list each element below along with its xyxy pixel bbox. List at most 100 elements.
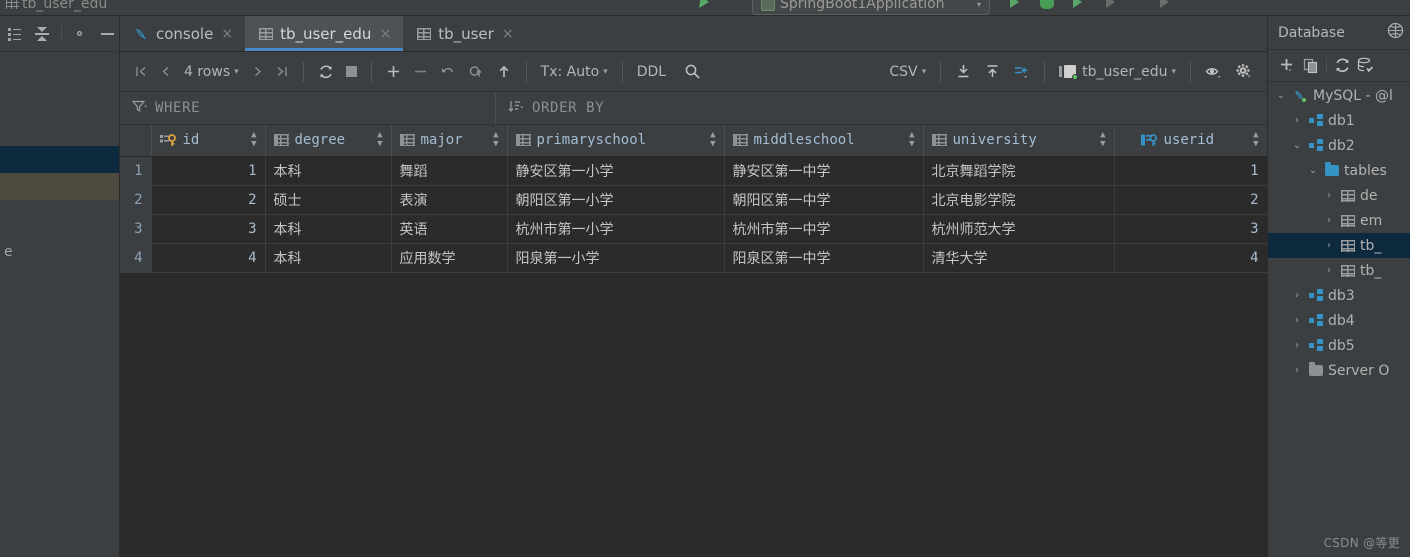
cell-userid[interactable]: 1 — [1114, 156, 1267, 186]
rerun-button[interactable] — [1106, 0, 1124, 14]
chevron-down-icon[interactable]: ⌄ — [1306, 165, 1320, 176]
cell-university[interactable]: 杭州师范大学 — [923, 214, 1115, 244]
sort-icon[interactable] — [508, 100, 524, 117]
add-row-button[interactable] — [380, 52, 407, 92]
chevron-right-icon[interactable]: › — [1290, 115, 1304, 126]
cell-university[interactable]: 清华大学 — [923, 243, 1115, 273]
cell-middleschool[interactable]: 静安区第一中学 — [724, 156, 924, 186]
cell-degree[interactable]: 硕士 — [265, 185, 392, 215]
sort-toggle-icon[interactable]: ▲ ▼ — [493, 131, 498, 149]
cell-university[interactable]: 北京舞蹈学院 — [923, 156, 1115, 186]
run-configuration-selector[interactable]: SpringBoot1Application ▾ — [752, 0, 990, 15]
refresh-icon[interactable] — [1331, 54, 1353, 78]
chevron-down-icon[interactable]: ⌄ — [1274, 90, 1288, 101]
cell-major[interactable]: 舞蹈 — [391, 156, 508, 186]
reload-icon[interactable] — [312, 52, 340, 92]
tab-tb-user-edu[interactable]: tb_user_edu × — [245, 16, 404, 51]
tree-item-mysql[interactable]: ⌄ MySQL - @l — [1268, 83, 1410, 108]
minimize-icon[interactable] — [96, 21, 120, 47]
prev-page-icon[interactable] — [153, 52, 178, 92]
chevron-right-icon[interactable]: › — [1290, 365, 1304, 376]
eye-icon[interactable] — [1199, 52, 1229, 92]
add-data-source-button[interactable] — [1276, 54, 1298, 78]
run-button[interactable] — [1010, 0, 1028, 14]
table-row[interactable]: 1 1 本科 舞蹈 静安区第一小学 静安区第一中学 北京舞蹈学院 1 — [120, 156, 1267, 186]
cell-major[interactable]: 表演 — [391, 185, 508, 215]
cell-userid[interactable]: 3 — [1114, 214, 1267, 244]
revert-icon[interactable] — [434, 52, 462, 92]
close-icon[interactable]: × — [220, 27, 234, 41]
chevron-right-icon[interactable]: › — [1322, 240, 1336, 251]
chevron-right-icon[interactable]: › — [1322, 190, 1336, 201]
output-format-selector[interactable]: CSV ▾ — [883, 52, 932, 92]
debug-button[interactable] — [1040, 0, 1058, 14]
close-icon[interactable]: × — [501, 27, 515, 41]
tree-item-tb-user[interactable]: › tb_ — [1268, 258, 1410, 283]
sort-toggle-icon[interactable]: ▲ ▼ — [1253, 131, 1258, 149]
tree-view-icon[interactable] — [2, 21, 26, 47]
cell-userid[interactable]: 2 — [1114, 185, 1267, 215]
filter-icon[interactable] — [131, 100, 147, 117]
table-row[interactable]: 2 2 硕士 表演 朝阳区第一小学 朝阳区第一中学 北京电影学院 2 — [120, 185, 1267, 215]
cell-id[interactable]: 1 — [151, 156, 266, 186]
column-header-university[interactable]: university ▲ ▼ — [923, 125, 1115, 157]
cell-primaryschool[interactable]: 静安区第一小学 — [507, 156, 725, 186]
cell-primaryschool[interactable]: 朝阳区第一小学 — [507, 185, 725, 215]
cell-university[interactable]: 北京电影学院 — [923, 185, 1115, 215]
revert-selected-icon[interactable] — [462, 52, 490, 92]
tree-item-db2[interactable]: ⌄ db2 — [1268, 133, 1410, 158]
close-icon[interactable]: × — [378, 27, 392, 41]
row-count-selector[interactable]: 4 rows ▾ — [178, 52, 245, 92]
submit-icon[interactable] — [490, 52, 518, 92]
tree-item-db1[interactable]: › db1 — [1268, 108, 1410, 133]
result-grid[interactable]: id ▲ ▼ degree ▲ ▼ major ▲ ▼ primaryschoo… — [120, 125, 1267, 557]
database-group-icon[interactable] — [1387, 22, 1404, 43]
table-chooser[interactable]: tb_user_edu ▾ — [1053, 52, 1182, 92]
transaction-mode-selector[interactable]: Tx: Auto ▾ — [535, 52, 614, 92]
tree-item-db4[interactable]: › db4 — [1268, 308, 1410, 333]
tree-item-db3[interactable]: › db3 — [1268, 283, 1410, 308]
db-wrench-icon[interactable] — [1355, 54, 1377, 78]
project-row-hovered[interactable] — [0, 173, 119, 200]
copy-icon[interactable] — [1300, 54, 1322, 78]
sort-toggle-icon[interactable]: ▲ ▼ — [1100, 131, 1105, 149]
gear-icon[interactable] — [67, 21, 91, 47]
chevron-right-icon[interactable]: › — [1290, 340, 1304, 351]
run-arrow-small-icon[interactable] — [699, 0, 718, 14]
delete-row-button[interactable] — [407, 52, 434, 92]
cell-major[interactable]: 英语 — [391, 214, 508, 244]
tree-item-server-objects[interactable]: › Server O — [1268, 358, 1410, 383]
profile-button[interactable] — [1160, 0, 1178, 14]
chevron-down-icon[interactable]: ⌄ — [1290, 140, 1304, 151]
chevron-right-icon[interactable]: › — [1322, 265, 1336, 276]
cell-primaryschool[interactable]: 阳泉第一小学 — [507, 243, 725, 273]
gear-icon[interactable] — [1229, 52, 1267, 92]
sort-toggle-icon[interactable]: ▲ ▼ — [909, 131, 914, 149]
cell-userid[interactable]: 4 — [1114, 243, 1267, 273]
tree-item-tb-user-edu[interactable]: › tb_ — [1268, 233, 1410, 258]
table-row[interactable]: 3 3 本科 英语 杭州市第一小学 杭州市第一中学 杭州师范大学 3 — [120, 214, 1267, 244]
cell-middleschool[interactable]: 阳泉区第一中学 — [724, 243, 924, 273]
tree-item-tables[interactable]: ⌄ tables — [1268, 158, 1410, 183]
first-page-icon[interactable] — [120, 52, 153, 92]
where-filter-field[interactable]: WHERE — [120, 91, 496, 125]
database-tree[interactable]: ⌄ MySQL - @l › db1 ⌄ db2 ⌄ tables › de ›… — [1268, 83, 1410, 557]
chevron-right-icon[interactable]: › — [1322, 215, 1336, 226]
column-header-userid[interactable]: userid ▲ ▼ — [1114, 125, 1267, 157]
cell-id[interactable]: 2 — [151, 185, 266, 215]
run-with-coverage-button[interactable] — [1073, 0, 1091, 14]
column-header-primaryschool[interactable]: primaryschool ▲ ▼ — [507, 125, 725, 157]
column-header-major[interactable]: major ▲ ▼ — [391, 125, 508, 157]
cell-middleschool[interactable]: 朝阳区第一中学 — [724, 185, 924, 215]
order-by-field[interactable]: ORDER BY — [496, 92, 604, 125]
sort-toggle-icon[interactable]: ▲ ▼ — [710, 131, 715, 149]
tree-item-de[interactable]: › de — [1268, 183, 1410, 208]
column-header-middleschool[interactable]: middleschool ▲ ▼ — [724, 125, 924, 157]
column-header-degree[interactable]: degree ▲ ▼ — [265, 125, 392, 157]
cell-degree[interactable]: 本科 — [265, 243, 392, 273]
tab-console[interactable]: console × — [120, 16, 245, 51]
cell-degree[interactable]: 本科 — [265, 214, 392, 244]
next-page-icon[interactable] — [245, 52, 270, 92]
cell-primaryschool[interactable]: 杭州市第一小学 — [507, 214, 725, 244]
sort-toggle-icon[interactable]: ▲ ▼ — [377, 131, 382, 149]
